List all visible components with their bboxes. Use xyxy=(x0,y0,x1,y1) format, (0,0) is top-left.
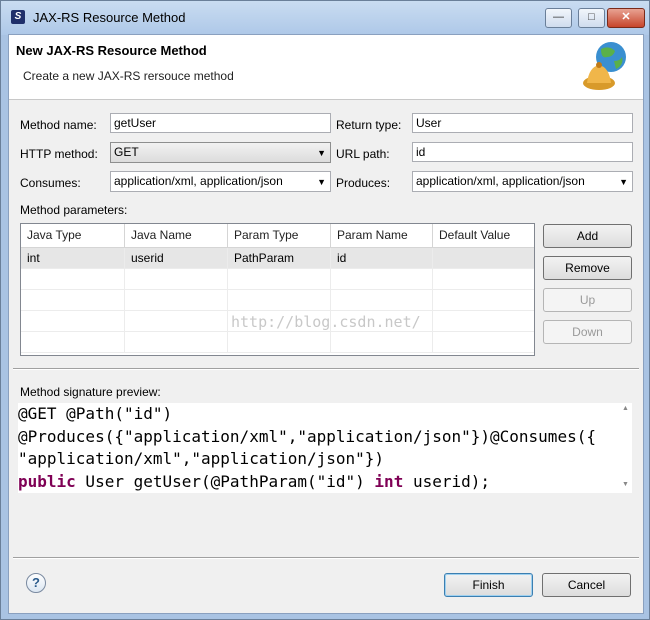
consumes-combo[interactable]: application/xml, application/json ▼ xyxy=(110,171,331,192)
signature-preview-text[interactable]: @GET @Path("id") @Produces({"application/… xyxy=(18,403,630,493)
http-method-value: GET xyxy=(114,145,139,159)
remove-parameter-button[interactable]: Remove xyxy=(543,256,632,280)
move-up-button[interactable]: Up xyxy=(543,288,632,312)
return-type-label: Return type: xyxy=(336,118,402,132)
add-parameter-button[interactable]: Add xyxy=(543,224,632,248)
column-header-java-type[interactable]: Java Type xyxy=(21,224,125,247)
table-row[interactable] xyxy=(21,269,534,290)
cell-java-name: userid xyxy=(125,248,228,268)
eclipse-icon: S xyxy=(11,10,25,24)
column-header-param-type[interactable]: Param Type xyxy=(228,224,331,247)
chevron-down-icon: ▼ xyxy=(317,148,326,158)
method-name-input[interactable]: getUser xyxy=(110,113,331,133)
column-header-param-name[interactable]: Param Name xyxy=(331,224,433,247)
keyword-public: public xyxy=(18,471,76,491)
http-method-label: HTTP method: xyxy=(20,147,98,161)
cell-default-value xyxy=(433,248,534,268)
table-row[interactable]: int userid PathParam id xyxy=(21,248,534,269)
column-header-java-name[interactable]: Java Name xyxy=(125,224,228,247)
wizard-banner: New JAX-RS Resource Method Create a new … xyxy=(9,35,643,100)
minimize-button[interactable]: — xyxy=(545,8,572,28)
cell-param-name: id xyxy=(331,248,433,268)
consumes-value: application/xml, application/json xyxy=(114,174,283,188)
scroll-up-icon[interactable]: ▲ xyxy=(622,405,629,412)
separator xyxy=(13,368,639,370)
preview-line-2: @Produces({"application/xml","applicatio… xyxy=(18,426,596,446)
method-parameters-label: Method parameters: xyxy=(20,203,128,217)
keyword-int: int xyxy=(374,471,404,491)
preview-line-4-end: userid); xyxy=(403,471,491,491)
consumes-label: Consumes: xyxy=(20,176,81,190)
scroll-down-icon[interactable]: ▼ xyxy=(622,481,629,488)
method-name-label: Method name: xyxy=(20,118,97,132)
preview-line-4-mid: User getUser(@PathParam("id") xyxy=(75,471,375,491)
maximize-button[interactable]: □ xyxy=(578,8,605,28)
produces-combo[interactable]: application/xml, application/json ▼ xyxy=(412,171,633,192)
table-row[interactable] xyxy=(21,332,534,353)
watermark-text: http://blog.csdn.net/ xyxy=(231,313,421,331)
title-bar[interactable]: S JAX-RS Resource Method — □ ✕ xyxy=(1,1,649,35)
preview-line-1: @GET @Path("id") xyxy=(18,404,173,423)
signature-preview-label: Method signature preview: xyxy=(20,385,161,399)
banner-description: Create a new JAX-RS rersouce method xyxy=(23,69,234,83)
column-header-default-value[interactable]: Default Value xyxy=(433,224,534,247)
chevron-down-icon: ▼ xyxy=(317,177,326,187)
table-row[interactable] xyxy=(21,290,534,311)
parameters-table[interactable]: Java Type Java Name Param Type Param Nam… xyxy=(20,223,535,356)
chevron-down-icon: ▼ xyxy=(619,177,628,187)
produces-label: Produces: xyxy=(336,176,391,190)
help-icon[interactable]: ? xyxy=(26,573,46,593)
close-button[interactable]: ✕ xyxy=(607,8,645,28)
preview-scrollbar[interactable]: ▲ ▼ xyxy=(620,403,632,493)
url-path-input[interactable]: id xyxy=(412,142,633,162)
separator xyxy=(13,557,639,559)
http-method-select[interactable]: GET ▼ xyxy=(110,142,331,163)
cancel-button[interactable]: Cancel xyxy=(542,573,631,597)
return-type-input[interactable]: User xyxy=(412,113,633,133)
url-path-label: URL path: xyxy=(336,147,390,161)
move-down-button[interactable]: Down xyxy=(543,320,632,344)
dialog-window: S JAX-RS Resource Method — □ ✕ New JAX-R… xyxy=(0,0,650,620)
preview-line-3: "application/xml","application/json"}) xyxy=(18,449,385,468)
cell-param-type: PathParam xyxy=(228,248,331,268)
window-title: JAX-RS Resource Method xyxy=(33,10,186,25)
table-header: Java Type Java Name Param Type Param Nam… xyxy=(21,224,534,248)
globe-bell-icon xyxy=(583,42,626,90)
preview-line-4: public User getUser(@PathParam("id") int… xyxy=(18,471,630,494)
produces-value: application/xml, application/json xyxy=(416,174,585,188)
dialog-client: New JAX-RS Resource Method Create a new … xyxy=(8,34,644,614)
cell-java-type: int xyxy=(21,248,125,268)
finish-button[interactable]: Finish xyxy=(444,573,533,597)
banner-title: New JAX-RS Resource Method xyxy=(16,43,207,58)
